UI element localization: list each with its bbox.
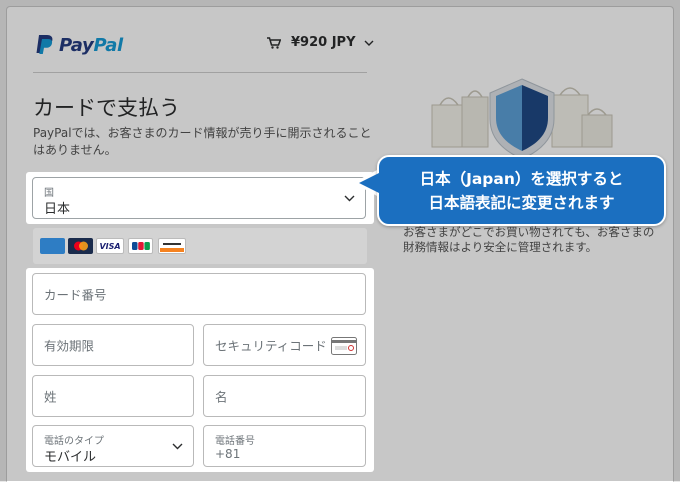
card-number-placeholder: カード番号 xyxy=(44,287,107,303)
phone-number-label: 電話番号 xyxy=(215,436,255,447)
page-title: カードで支払う xyxy=(33,96,180,120)
phone-number-field[interactable]: 電話番号 +81 xyxy=(203,425,366,467)
chevron-down-icon xyxy=(172,443,183,450)
callout-line-1: 日本（Japan）を選択すると xyxy=(419,170,624,188)
chevron-down-icon xyxy=(364,40,373,46)
paypal-wordmark: PayPal xyxy=(59,35,123,56)
expiry-field[interactable]: 有効期限 xyxy=(32,324,194,366)
card-number-field[interactable]: カード番号 xyxy=(32,273,366,315)
cart-icon xyxy=(267,36,281,49)
header-divider xyxy=(33,72,367,73)
callout-line-2: 日本語表記に変更されます xyxy=(428,194,615,212)
paypal-logo: PayPal xyxy=(33,32,123,58)
shopping-bags-shield-illustration xyxy=(431,78,613,157)
cart-summary[interactable]: ¥920 JPY xyxy=(267,35,374,50)
expiry-placeholder: 有効期限 xyxy=(44,338,95,354)
first-name-field[interactable]: 名 xyxy=(203,375,366,417)
phone-type-select[interactable]: 電話のタイプ モバイル xyxy=(32,425,194,467)
mastercard-card-icon xyxy=(68,238,93,254)
country-select[interactable]: 国 日本 xyxy=(32,177,366,219)
country-value: 日本 xyxy=(44,202,71,217)
phone-prefix: +81 xyxy=(215,447,241,461)
phone-type-value: モバイル xyxy=(44,450,97,465)
security-code-placeholder: セキュリティコード xyxy=(215,338,327,354)
last-name-field[interactable]: 姓 xyxy=(32,375,194,417)
security-code-field[interactable]: セキュリティコード xyxy=(203,324,366,366)
annotation-callout: 日本（Japan）を選択すると 日本語表記に変更されます xyxy=(377,155,666,226)
amex-card-icon xyxy=(40,238,65,254)
logo-pay-text: Pay xyxy=(59,34,94,56)
first-name-placeholder: 名 xyxy=(215,389,228,405)
card-back-icon xyxy=(331,337,357,355)
paypal-p-icon xyxy=(36,35,53,54)
visa-card-icon: VISA xyxy=(96,238,124,254)
page-subtitle: PayPalでは、お客さまのカード情報が売り手に開示されることはありません。 xyxy=(33,126,372,157)
discover-card-icon xyxy=(158,238,186,254)
jcb-card-icon xyxy=(128,238,153,254)
cart-amount: ¥920 JPY xyxy=(291,35,356,50)
security-message: お客さまがどこでお買い物されても、お客さまの財務情報はより安全に管理されます。 xyxy=(403,225,655,254)
logo-pal-text: Pal xyxy=(93,34,123,56)
accepted-cards-strip: VISA xyxy=(33,228,367,264)
last-name-placeholder: 姓 xyxy=(44,389,57,405)
phone-type-label: 電話のタイプ xyxy=(44,436,104,447)
callout-tail xyxy=(359,172,381,194)
country-label: 国 xyxy=(44,188,54,199)
